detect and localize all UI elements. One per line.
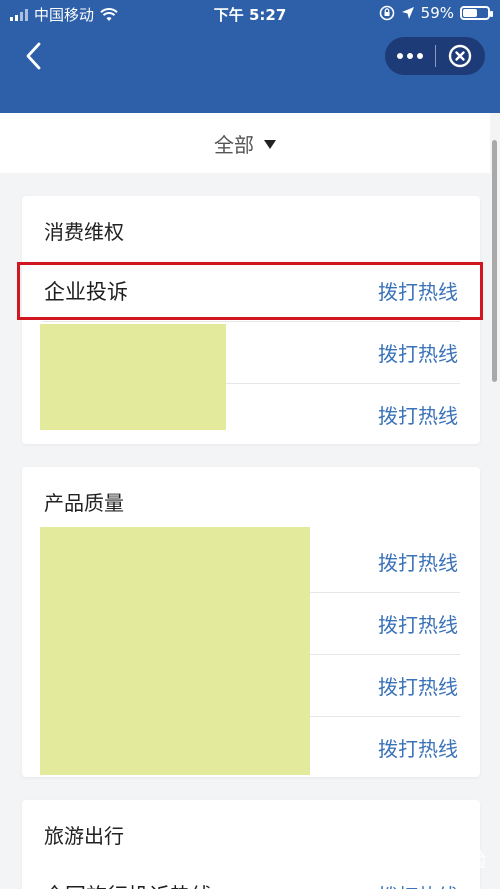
section-title: 消费维权 [44, 220, 124, 244]
close-button[interactable] [435, 37, 485, 75]
more-dots-icon [396, 53, 423, 59]
dial-hotline-button[interactable]: 拨打热线 [378, 547, 458, 576]
filter-label: 全部 [214, 132, 254, 157]
hotline-name: 全国旅行投诉热线 [44, 880, 212, 889]
scrollbar[interactable] [492, 140, 497, 382]
close-circle-icon [449, 44, 472, 68]
top-bar: 中国移动 下午 5:27 59% [0, 0, 500, 113]
watermark-text: Bai du 经验 [367, 848, 486, 872]
back-button[interactable] [18, 38, 48, 74]
caret-down-icon [264, 139, 276, 149]
section-card-consumer-rights: 消费维权 企业投诉 拨打热线 拨打热线 拨打热线 [22, 196, 480, 444]
battery-icon [460, 6, 493, 20]
dial-hotline-button[interactable]: 拨打热线 [378, 671, 458, 700]
dial-hotline-button[interactable]: 拨打热线 [378, 880, 458, 889]
category-filter[interactable]: 全部 [0, 113, 490, 173]
highlight-box [17, 262, 483, 320]
chevron-left-icon [26, 42, 41, 70]
redacted-overlay [40, 527, 310, 775]
section-title: 旅游出行 [44, 824, 124, 848]
battery-fill [463, 9, 477, 17]
orientation-lock-icon [379, 5, 394, 21]
section-card-product-quality: 产品质量 拨打热线 拨打热线 拨打热线 拨打热线 [22, 467, 480, 777]
dial-hotline-button[interactable]: 拨打热线 [378, 609, 458, 638]
dial-hotline-button[interactable]: 拨打热线 [378, 400, 458, 429]
status-bar: 中国移动 下午 5:27 59% [0, 0, 500, 28]
section-title: 产品质量 [44, 491, 124, 515]
mini-program-capsule [385, 37, 485, 75]
status-right: 59% [379, 4, 493, 22]
battery-percent: 59% [420, 4, 454, 22]
more-button[interactable] [385, 37, 435, 75]
location-icon [401, 7, 414, 19]
dial-hotline-button[interactable]: 拨打热线 [378, 733, 458, 762]
redacted-overlay [40, 324, 226, 430]
dial-hotline-button[interactable]: 拨打热线 [378, 338, 458, 367]
